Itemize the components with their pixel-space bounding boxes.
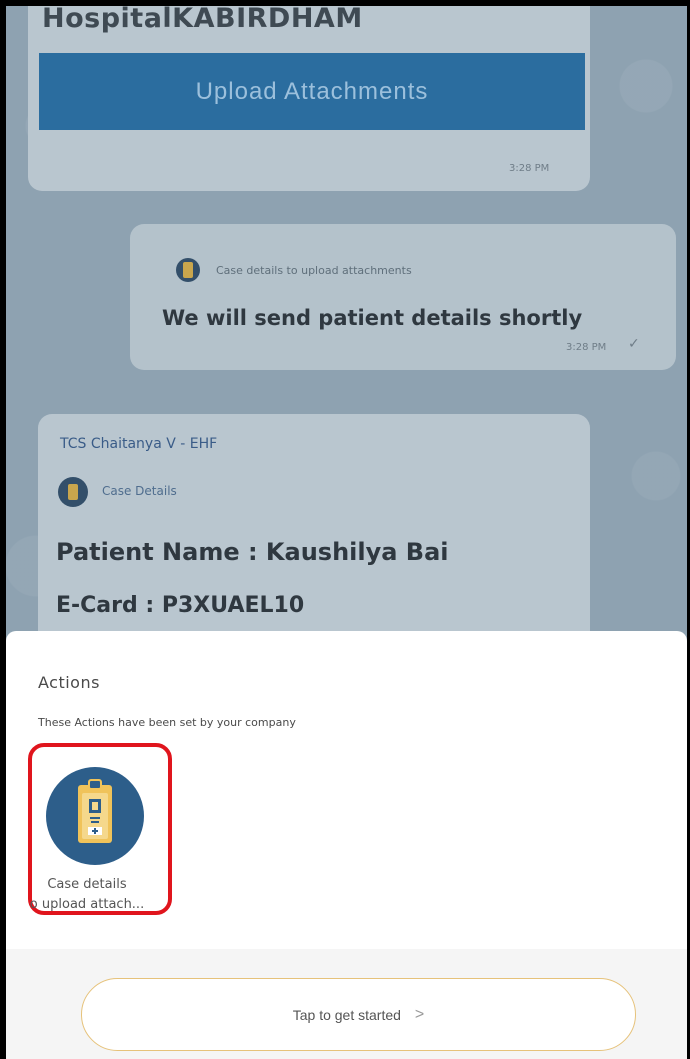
chevron-right-icon: > (414, 1005, 425, 1023)
message-time: 3:28 PM (509, 163, 550, 174)
patient-name-text: Patient Name : Kaushilya Bai (56, 538, 449, 566)
get-started-label: Tap to get started (292, 1006, 401, 1023)
message-time: 3:28 PM (566, 342, 607, 353)
sheet-footer: Tap to get started > (6, 949, 687, 1059)
action-case-details[interactable]: Case details o upload attach... (28, 743, 172, 915)
message-text: We will send patient details shortly (162, 306, 583, 330)
sheet-subtitle: These Actions have been set by your comp… (38, 716, 296, 729)
sender-name[interactable]: TCS Chaitanya V - EHF (60, 436, 217, 452)
upload-attachments-button[interactable]: Upload Attachments (39, 53, 585, 130)
id-card-icon (176, 258, 200, 282)
quoted-reference[interactable]: Case Details (102, 484, 177, 498)
check-icon: ✓ (628, 336, 640, 352)
sheet-title: Actions (38, 673, 100, 692)
get-started-button[interactable]: Tap to get started > (81, 978, 636, 1051)
id-card-icon (58, 477, 88, 507)
chat-background: HospitalKABIRDHAM Upload Attachments 3:2… (6, 6, 687, 654)
actions-bottom-sheet: Actions These Actions have been set by y… (6, 631, 687, 1059)
hospital-text: HospitalKABIRDHAM (42, 6, 363, 34)
ecard-text: E-Card : P3XUAEL10 (56, 593, 305, 618)
action-label: Case details o upload attach... (29, 877, 145, 912)
quoted-reference[interactable]: Case details to upload attachments (216, 264, 412, 277)
app-screen: HospitalKABIRDHAM Upload Attachments 3:2… (6, 6, 687, 1059)
id-card-icon[interactable] (46, 767, 144, 865)
